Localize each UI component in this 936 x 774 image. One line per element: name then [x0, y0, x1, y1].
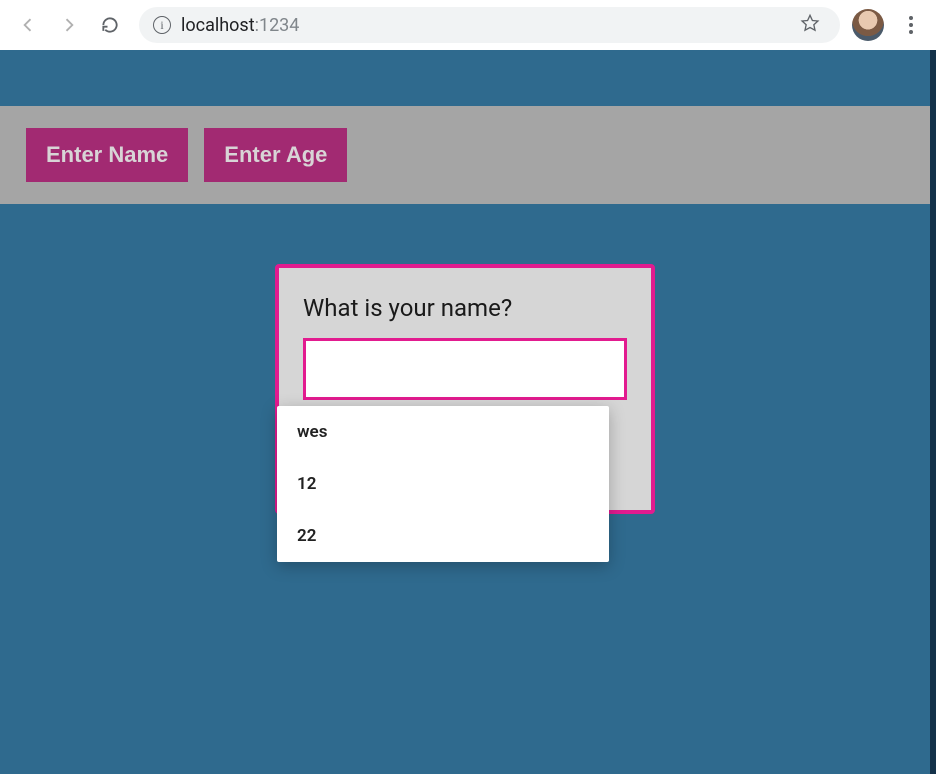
name-dialog: What is your name? wes 12 22: [275, 264, 655, 514]
kebab-icon: [909, 16, 913, 34]
address-bar[interactable]: i localhost:1234: [139, 7, 840, 43]
enter-name-button[interactable]: Enter Name: [26, 128, 188, 182]
page-body: Enter Name Enter Age What is your name? …: [0, 50, 936, 774]
enter-age-button[interactable]: Enter Age: [204, 128, 347, 182]
browser-toolbar: i localhost:1234: [0, 0, 936, 50]
bookmark-star-icon[interactable]: [800, 13, 820, 38]
url-port: :1234: [255, 15, 300, 36]
url-host: localhost: [181, 15, 255, 36]
forward-button[interactable]: [51, 8, 86, 43]
button-bar: Enter Name Enter Age: [0, 106, 930, 204]
page-inner: Enter Name Enter Age What is your name? …: [0, 50, 930, 514]
autocomplete-item[interactable]: 22: [277, 510, 609, 562]
dialog-title: What is your name?: [303, 294, 627, 322]
site-info-icon[interactable]: i: [153, 16, 171, 34]
back-button[interactable]: [10, 8, 45, 43]
autocomplete-item[interactable]: wes: [277, 406, 609, 458]
dialog-area: What is your name? wes 12 22: [0, 264, 930, 514]
profile-avatar[interactable]: [852, 9, 884, 41]
autocomplete-item[interactable]: 12: [277, 458, 609, 510]
autocomplete-dropdown: wes 12 22: [277, 406, 609, 562]
name-input[interactable]: [303, 338, 627, 400]
url-text: localhost:1234: [181, 15, 790, 36]
browser-menu-button[interactable]: [896, 10, 926, 40]
reload-button[interactable]: [92, 8, 127, 43]
